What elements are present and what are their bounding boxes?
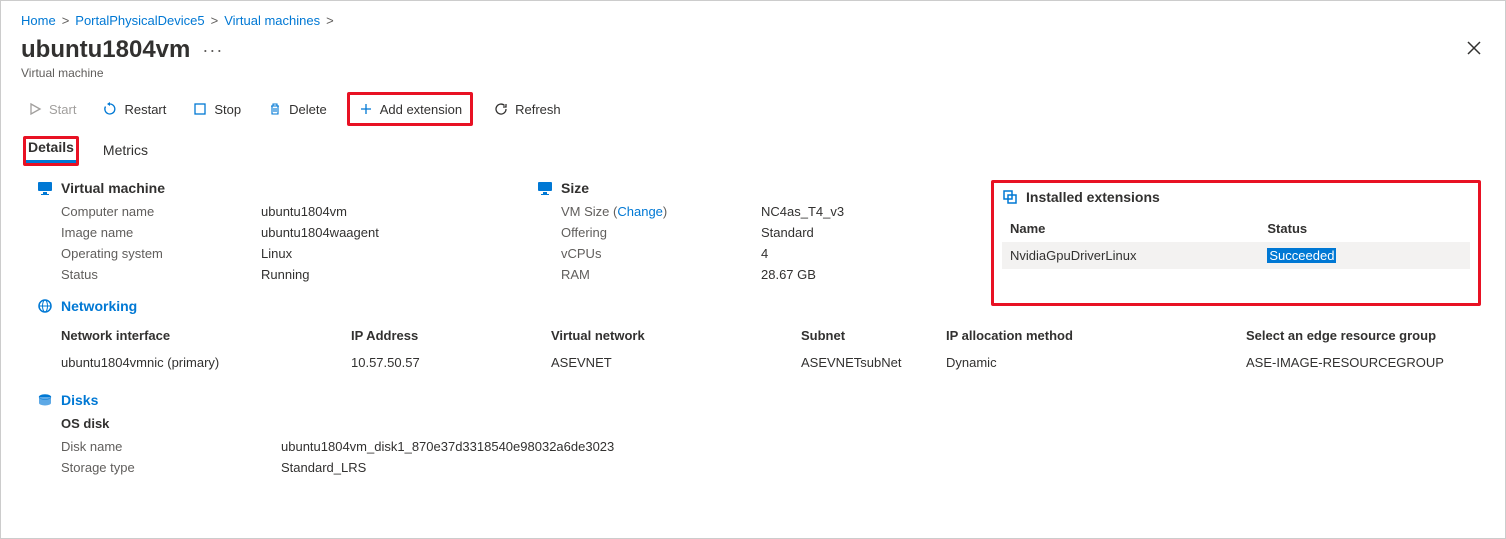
net-hdr-alloc: IP allocation method [946, 322, 1246, 349]
vm-status-value: Running [261, 267, 309, 282]
ext-hdr-status: Status [1259, 215, 1470, 242]
breadcrumb-vms[interactable]: Virtual machines [224, 13, 320, 28]
net-alloc: Dynamic [946, 349, 1246, 376]
net-hdr-ip: IP Address [351, 322, 551, 349]
section-vm-header: Virtual machine [37, 180, 537, 196]
net-rg: ASE-IMAGE-RESOURCEGROUP [1246, 349, 1461, 376]
delete-label: Delete [289, 102, 327, 117]
refresh-icon [493, 101, 509, 117]
net-vnet: ASEVNET [551, 349, 801, 376]
vm-computer-name-value: ubuntu1804vm [261, 204, 347, 219]
start-button[interactable]: Start [21, 97, 82, 121]
add-extension-label: Add extension [380, 102, 462, 117]
section-disks-header[interactable]: Disks [37, 392, 1485, 408]
section-networking-title: Networking [61, 298, 137, 314]
stop-button[interactable]: Stop [186, 97, 247, 121]
breadcrumb-device[interactable]: PortalPhysicalDevice5 [75, 13, 204, 28]
chevron-right-icon: > [211, 13, 219, 28]
size-vmsize-label: VM Size (Change) [561, 204, 731, 219]
net-hdr-rg: Select an edge resource group [1246, 322, 1461, 349]
section-extensions-header: Installed extensions [1002, 189, 1470, 205]
page-subtitle: Virtual machine [21, 66, 1485, 80]
size-vcpus-value: 4 [761, 246, 768, 261]
more-icon[interactable]: ··· [202, 40, 223, 61]
ext-status: Succeeded [1259, 242, 1470, 269]
plus-icon [358, 101, 374, 117]
extensions-header-row: Name Status [1002, 215, 1470, 242]
extension-icon [1002, 189, 1018, 205]
ext-name: NvidiaGpuDriverLinux [1002, 242, 1259, 269]
disk-icon [37, 392, 53, 408]
change-vmsize-link[interactable]: Change [617, 204, 663, 219]
trash-icon [267, 101, 283, 117]
net-subnet: ASEVNETsubNet [801, 349, 946, 376]
disk-name-label: Disk name [61, 439, 251, 454]
delete-button[interactable]: Delete [261, 97, 333, 121]
size-ram-value: 28.67 GB [761, 267, 816, 282]
chevron-right-icon: > [326, 13, 334, 28]
vm-os-value: Linux [261, 246, 292, 261]
section-disks-title: Disks [61, 392, 98, 408]
refresh-button[interactable]: Refresh [487, 97, 567, 121]
ext-hdr-name: Name [1002, 215, 1259, 242]
start-label: Start [49, 102, 76, 117]
monitor-icon [537, 180, 553, 196]
networking-header-row: Network interface IP Address Virtual net… [61, 322, 1461, 349]
installed-extensions-panel: Installed extensions Name Status NvidiaG… [991, 180, 1481, 306]
restart-button[interactable]: Restart [96, 97, 172, 121]
toolbar: Start Restart Stop Delete [21, 92, 1485, 126]
vm-status-label: Status [61, 267, 231, 282]
vm-computer-name-label: Computer name [61, 204, 231, 219]
close-icon[interactable] [1467, 39, 1481, 60]
refresh-label: Refresh [515, 102, 561, 117]
stop-icon [192, 101, 208, 117]
net-hdr-vnet: Virtual network [551, 322, 801, 349]
breadcrumb-home[interactable]: Home [21, 13, 56, 28]
tab-details[interactable]: Details [26, 133, 76, 163]
section-extensions-title: Installed extensions [1026, 189, 1160, 205]
tab-metrics[interactable]: Metrics [101, 136, 150, 166]
os-disk-title: OS disk [61, 416, 1485, 431]
net-hdr-subnet: Subnet [801, 322, 946, 349]
breadcrumb: Home > PortalPhysicalDevice5 > Virtual m… [21, 13, 1485, 28]
size-offering-label: Offering [561, 225, 731, 240]
add-extension-button[interactable]: Add extension [352, 97, 468, 121]
section-vm-title: Virtual machine [61, 180, 165, 196]
size-ram-label: RAM [561, 267, 731, 282]
size-vmsize-value: NC4as_T4_v3 [761, 204, 844, 219]
net-nic: ubuntu1804vmnic (primary) [61, 349, 351, 376]
size-vcpus-label: vCPUs [561, 246, 731, 261]
disk-name-value: ubuntu1804vm_disk1_870e37d3318540e98032a… [281, 439, 614, 454]
storage-type-value: Standard_LRS [281, 460, 366, 475]
monitor-icon [37, 180, 53, 196]
vm-os-label: Operating system [61, 246, 231, 261]
stop-label: Stop [214, 102, 241, 117]
vm-image-name-label: Image name [61, 225, 231, 240]
ext-status-text: Succeeded [1267, 248, 1336, 263]
net-hdr-nic: Network interface [61, 322, 351, 349]
section-size-header: Size [537, 180, 967, 196]
tabs: Details Metrics [21, 136, 1485, 166]
section-size-title: Size [561, 180, 589, 196]
play-icon [27, 101, 43, 117]
restart-icon [102, 101, 118, 117]
storage-type-label: Storage type [61, 460, 251, 475]
extension-row[interactable]: NvidiaGpuDriverLinux Succeeded [1002, 242, 1470, 269]
size-offering-value: Standard [761, 225, 814, 240]
vm-image-name-value: ubuntu1804waagent [261, 225, 379, 240]
restart-label: Restart [124, 102, 166, 117]
chevron-right-icon: > [62, 13, 70, 28]
globe-icon [37, 298, 53, 314]
networking-row[interactable]: ubuntu1804vmnic (primary) 10.57.50.57 AS… [61, 349, 1461, 376]
net-ip: 10.57.50.57 [351, 349, 551, 376]
page-title: ubuntu1804vm [21, 36, 190, 64]
